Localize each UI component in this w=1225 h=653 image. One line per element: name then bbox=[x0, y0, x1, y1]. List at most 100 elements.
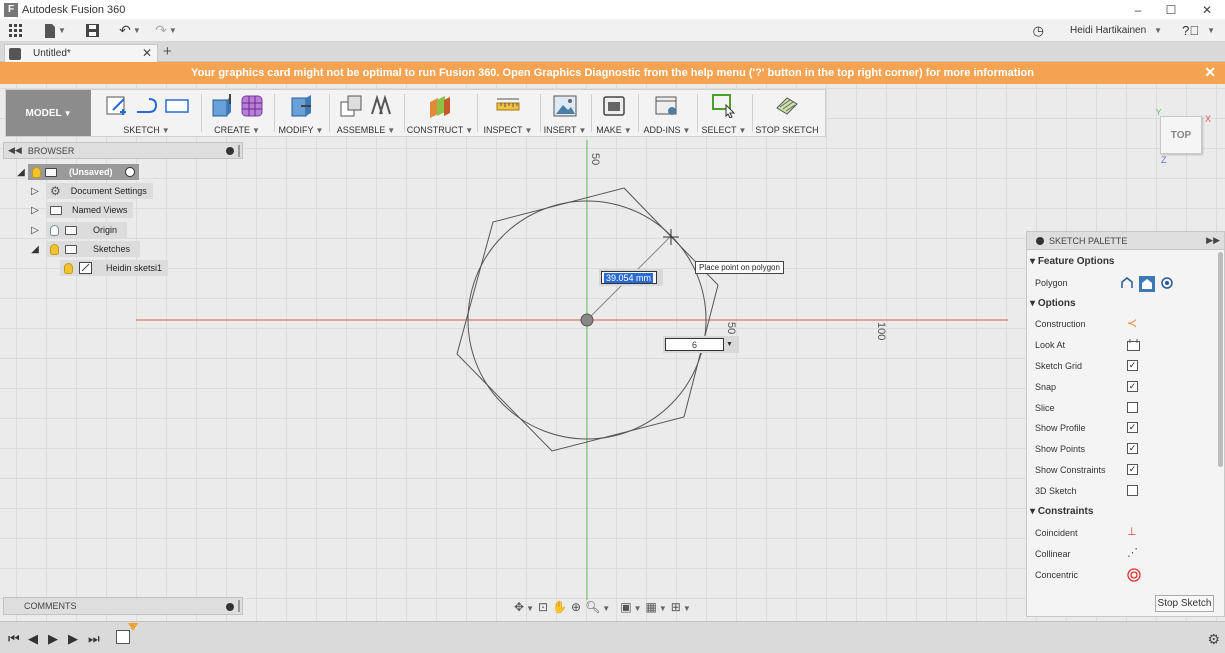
tree-item-origin[interactable]: ▷ Origin bbox=[28, 222, 128, 238]
collinear-icon[interactable]: ⋰ bbox=[1127, 546, 1138, 559]
sketch-palette-header[interactable]: SKETCH PALETTE ▶▶ bbox=[1027, 232, 1224, 250]
modify-group[interactable]: MODIFY ▼ bbox=[275, 90, 327, 136]
constraints-header[interactable]: ▾ Constraints bbox=[1030, 506, 1093, 517]
close-tab-icon[interactable]: ✕ bbox=[142, 46, 152, 60]
constraint-collinear[interactable]: Collinear ⋰ bbox=[1035, 544, 1215, 564]
timeline-sketch-feature-icon[interactable] bbox=[116, 630, 130, 644]
maximize-button[interactable]: ☐ bbox=[1154, 0, 1188, 19]
save-icon[interactable] bbox=[84, 22, 100, 39]
redo-button[interactable]: ↷ ▼ bbox=[152, 22, 180, 39]
sketch-group[interactable]: SKETCH ▼ bbox=[94, 90, 199, 136]
show-points-checkbox[interactable]: ✓ bbox=[1127, 443, 1138, 454]
option-sketch-grid[interactable]: Sketch Grid ✓ bbox=[1035, 356, 1215, 376]
step-back-icon[interactable]: ◀ bbox=[28, 631, 38, 647]
tree-item-document-settings[interactable]: ▷ ⚙ Document Settings bbox=[28, 183, 153, 199]
pan-icon[interactable]: ✋ bbox=[552, 600, 567, 614]
zoom-icon[interactable]: ⊕ bbox=[571, 600, 581, 614]
help-icon[interactable]: ?⃝ bbox=[1182, 23, 1199, 38]
slice-checkbox[interactable] bbox=[1127, 402, 1138, 413]
visibility-bulb-icon[interactable] bbox=[32, 166, 41, 178]
data-panel-grid-icon[interactable] bbox=[8, 22, 24, 39]
collapse-triangle-icon[interactable]: ◢ bbox=[14, 167, 28, 178]
tree-item-root[interactable]: ◢ (Unsaved) bbox=[14, 164, 139, 180]
construct-group[interactable]: CONSTRUCT ▼ bbox=[405, 90, 475, 136]
tree-item-named-views[interactable]: ▷ Named Views bbox=[28, 202, 134, 218]
expand-triangle-icon[interactable]: ▷ bbox=[28, 186, 42, 197]
add-ins-group[interactable]: ADD-INS ▼ bbox=[639, 90, 695, 136]
visibility-bulb-icon[interactable] bbox=[64, 262, 73, 274]
edge-polygon-icon[interactable] bbox=[1160, 276, 1174, 290]
select-group[interactable]: SELECT ▼ bbox=[698, 90, 750, 136]
option-3d-sketch[interactable]: 3D Sketch bbox=[1035, 481, 1215, 501]
orbit-icon[interactable]: ✥ ▼ bbox=[514, 600, 534, 614]
go-to-end-icon[interactable]: ⏭ bbox=[88, 631, 100, 647]
timeline-settings-gear-icon[interactable]: ⚙ bbox=[1207, 631, 1220, 648]
browser-collapse-icon[interactable]: ◀◀ bbox=[8, 145, 22, 156]
tree-item-sketches[interactable]: ◢ Sketches bbox=[28, 241, 141, 257]
browser-pin-icon[interactable] bbox=[226, 147, 234, 155]
expand-triangle-icon[interactable]: ▷ bbox=[28, 225, 42, 236]
display-settings-icon[interactable]: ▣ ▼ bbox=[620, 600, 641, 614]
viewports-icon[interactable]: ⊞ ▼ bbox=[671, 600, 691, 614]
view-cube-face[interactable]: TOP bbox=[1171, 130, 1191, 141]
inscribed-polygon-icon[interactable] bbox=[1139, 276, 1155, 292]
look-at-nav-icon[interactable]: ⊡ bbox=[538, 600, 548, 614]
comments-pin-icon[interactable] bbox=[226, 603, 234, 611]
user-name[interactable]: Heidi Hartikainen bbox=[1070, 25, 1146, 36]
sketch-grid-checkbox[interactable]: ✓ bbox=[1127, 360, 1138, 371]
radius-dimension-input[interactable]: 39.054 mm bbox=[599, 269, 663, 286]
look-at-icon[interactable] bbox=[1127, 339, 1140, 353]
browser-grip-icon[interactable] bbox=[238, 145, 240, 157]
job-status-clock-icon[interactable]: ◷ bbox=[1033, 23, 1044, 39]
3d-sketch-checkbox[interactable] bbox=[1127, 485, 1138, 496]
active-radio-icon[interactable] bbox=[124, 167, 135, 177]
zoom-window-icon[interactable]: 🔍︎ ▼ bbox=[585, 600, 610, 614]
close-window-button[interactable]: ✕ bbox=[1190, 0, 1224, 19]
show-profile-checkbox[interactable]: ✓ bbox=[1127, 422, 1138, 433]
comments-grip-icon[interactable] bbox=[238, 600, 240, 612]
tree-item-sketch[interactable]: Heidin sketsi1 bbox=[60, 260, 169, 276]
visibility-bulb-icon[interactable] bbox=[50, 243, 59, 255]
palette-pin-icon[interactable] bbox=[1036, 236, 1044, 245]
inspect-group[interactable]: INSPECT ▼ bbox=[478, 90, 538, 136]
palette-scrollbar[interactable] bbox=[1218, 252, 1223, 467]
constraint-concentric[interactable]: Concentric bbox=[1035, 565, 1215, 585]
coincident-icon[interactable]: ⊥ bbox=[1127, 525, 1137, 538]
make-group[interactable]: MAKE ▼ bbox=[592, 90, 636, 136]
palette-expand-icon[interactable]: ▶▶ bbox=[1206, 235, 1220, 246]
sides-dropdown-icon[interactable]: ▼ bbox=[726, 341, 733, 348]
radius-dimension-value[interactable]: 39.054 mm bbox=[604, 272, 654, 283]
option-slice[interactable]: Slice bbox=[1035, 398, 1215, 418]
stop-sketch-group[interactable]: STOP SKETCH bbox=[753, 90, 821, 136]
view-cube[interactable]: TOP bbox=[1160, 116, 1202, 154]
go-to-start-icon[interactable]: ⏮ bbox=[8, 631, 20, 647]
concentric-icon[interactable] bbox=[1127, 568, 1141, 584]
option-snap[interactable]: Snap ✓ bbox=[1035, 377, 1215, 397]
feature-options-header[interactable]: ▾ Feature Options bbox=[1030, 256, 1115, 267]
option-show-profile[interactable]: Show Profile ✓ bbox=[1035, 418, 1215, 438]
insert-group[interactable]: INSERT ▼ bbox=[541, 90, 589, 136]
option-show-points[interactable]: Show Points ✓ bbox=[1035, 439, 1215, 459]
option-show-constraints[interactable]: Show Constraints ✓ bbox=[1035, 460, 1215, 480]
banner-close-icon[interactable]: ✕ bbox=[1204, 64, 1216, 81]
polygon-sides-value[interactable]: 6 bbox=[665, 338, 724, 351]
polygon-sides-input[interactable]: 6 ▼ bbox=[663, 336, 739, 353]
create-group[interactable]: CREATE ▼ bbox=[202, 90, 272, 136]
snap-checkbox[interactable]: ✓ bbox=[1127, 381, 1138, 392]
option-construction[interactable]: Construction ≺ bbox=[1035, 314, 1215, 334]
comments-panel-header[interactable]: COMMENTS bbox=[3, 597, 243, 615]
show-constraints-checkbox[interactable]: ✓ bbox=[1127, 464, 1138, 475]
stop-sketch-button[interactable]: Stop Sketch bbox=[1155, 595, 1214, 612]
grid-settings-icon[interactable]: ▦ ▼ bbox=[645, 600, 666, 614]
new-tab-icon[interactable]: + bbox=[163, 43, 172, 60]
undo-button[interactable]: ↶ ▼ bbox=[116, 22, 144, 39]
play-icon[interactable]: ▶ bbox=[48, 631, 58, 647]
option-look-at[interactable]: Look At bbox=[1035, 335, 1215, 355]
file-menu-button[interactable]: ▼ bbox=[42, 22, 68, 39]
browser-panel-header[interactable]: ◀◀ BROWSER bbox=[3, 142, 243, 159]
options-header[interactable]: ▾ Options bbox=[1030, 298, 1076, 309]
construction-icon[interactable]: ≺ bbox=[1127, 316, 1137, 330]
collapse-triangle-icon[interactable]: ◢ bbox=[28, 244, 42, 255]
expand-triangle-icon[interactable]: ▷ bbox=[28, 205, 42, 216]
minimize-button[interactable]: – bbox=[1121, 0, 1155, 19]
